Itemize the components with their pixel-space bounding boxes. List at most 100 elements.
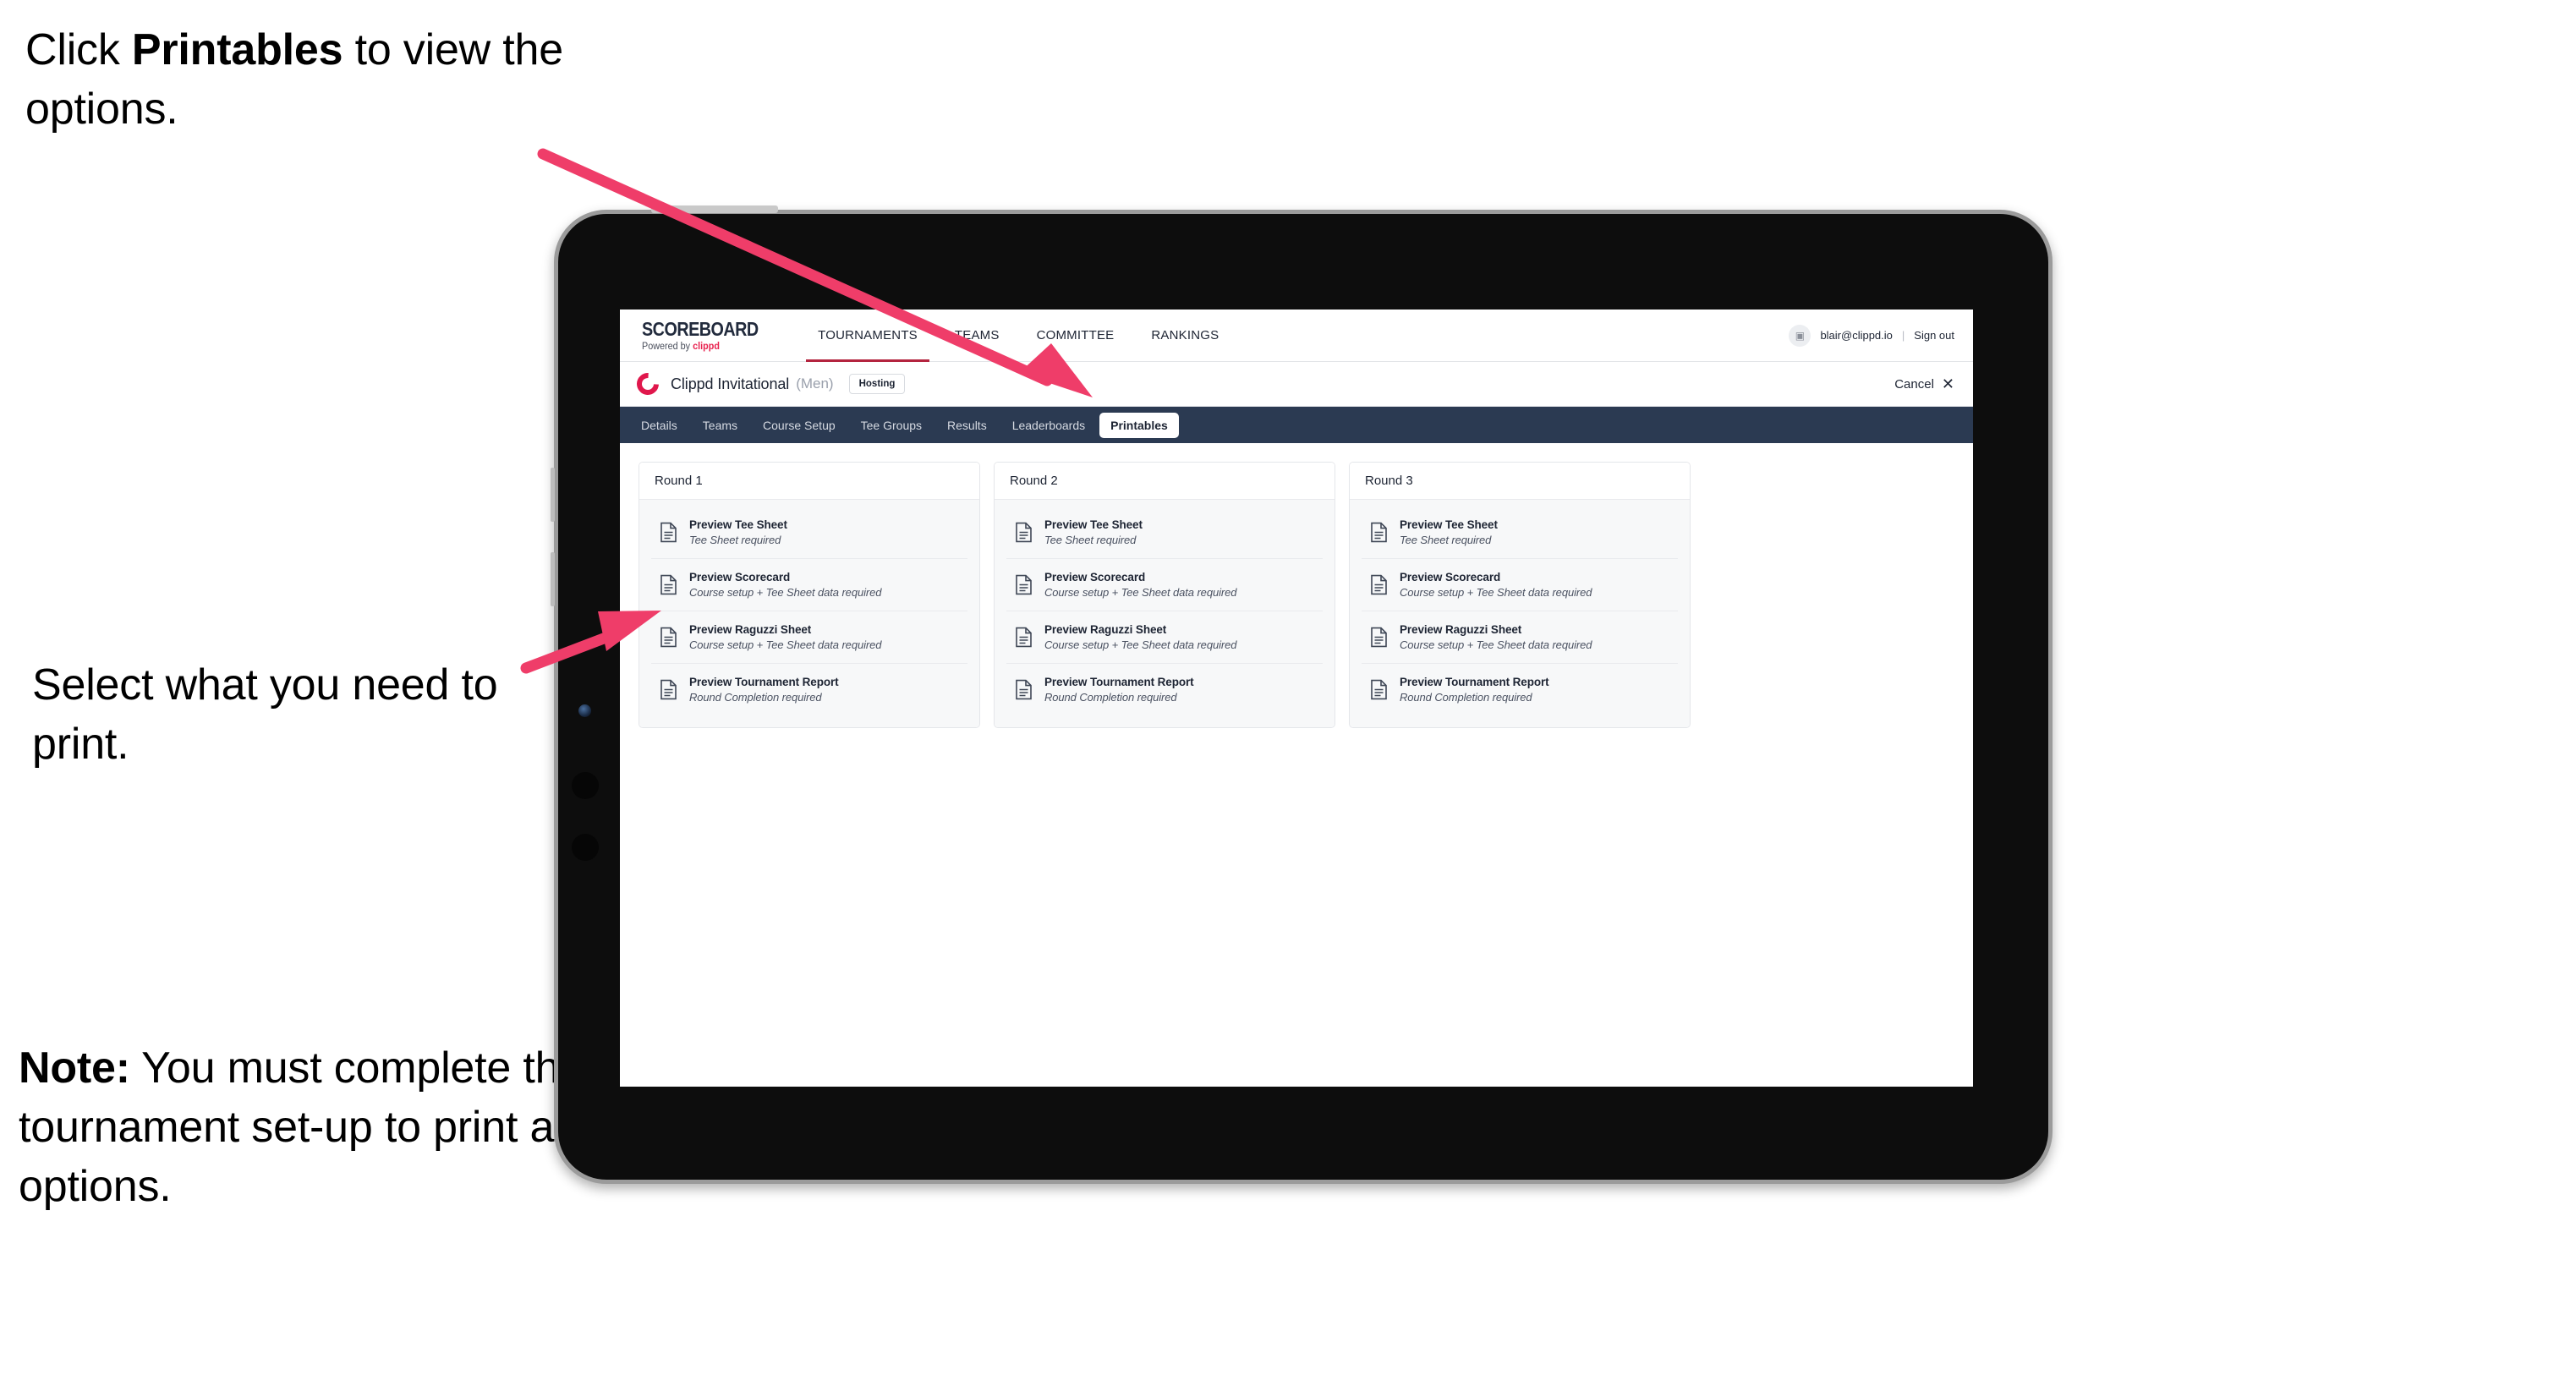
tablet-screen: SCOREBOARD Powered by clippd TOURNAMENTS… (620, 310, 1973, 1087)
round-items: Preview Tee Sheet Tee Sheet required Pre… (1350, 500, 1690, 727)
avatar[interactable]: ▣ (1789, 324, 1811, 347)
printable-requirement: Course setup + Tee Sheet data required (689, 586, 882, 599)
printable-text: Preview Scorecard Course setup + Tee She… (1044, 571, 1236, 599)
printable-title: Preview Scorecard (1400, 571, 1501, 583)
printable-item-scorecard[interactable]: Preview Scorecard Course setup + Tee She… (1362, 559, 1678, 611)
nav-item-committee[interactable]: COMMITTEE (1018, 310, 1133, 361)
printable-item-scorecard[interactable]: Preview Scorecard Course setup + Tee She… (651, 559, 967, 611)
printable-text: Preview Scorecard Course setup + Tee She… (689, 571, 881, 599)
tablet-device: SCOREBOARD Powered by clippd TOURNAMENTS… (551, 205, 2053, 1184)
printable-item-tournament-report[interactable]: Preview Tournament Report Round Completi… (1006, 664, 1323, 715)
annotation-1-bold: Printables (131, 25, 343, 74)
printable-item-tournament-report[interactable]: Preview Tournament Report Round Completi… (1362, 664, 1678, 715)
annotation-select-to-print: Select what you need to print. (32, 660, 498, 770)
printable-title: Preview Tee Sheet (1400, 518, 1498, 531)
tablet-side-button[interactable] (572, 772, 599, 799)
round-items: Preview Tee Sheet Tee Sheet required Pre… (639, 500, 979, 727)
printable-requirement: Course setup + Tee Sheet data required (1044, 586, 1237, 599)
printable-item-tee-sheet[interactable]: Preview Tee Sheet Tee Sheet required (1362, 507, 1678, 559)
account-email: blair@clippd.io (1820, 329, 1893, 342)
document-icon (660, 627, 677, 648)
round-card: Round 2 Preview Tee Sheet Tee Sheet requ… (994, 462, 1335, 728)
printable-text: Preview Raguzzi Sheet Course setup + Tee… (1044, 623, 1236, 651)
printable-item-tee-sheet[interactable]: Preview Tee Sheet Tee Sheet required (1006, 507, 1323, 559)
tablet-side-button[interactable] (572, 834, 599, 861)
printable-requirement: Tee Sheet required (1044, 534, 1137, 546)
cancel-label: Cancel (1894, 376, 1934, 392)
printable-title: Preview Tournament Report (1400, 676, 1549, 688)
printable-text: Preview Scorecard Course setup + Tee She… (1400, 571, 1592, 599)
document-icon (1371, 679, 1387, 700)
printable-text: Preview Tournament Report Round Completi… (1044, 676, 1194, 704)
round-card: Round 3 Preview Tee Sheet Tee Sheet requ… (1349, 462, 1691, 728)
printable-item-raguzzi-sheet[interactable]: Preview Raguzzi Sheet Course setup + Tee… (1362, 611, 1678, 664)
account-separator: | (1901, 329, 1905, 342)
document-icon (660, 679, 677, 700)
printable-requirement: Course setup + Tee Sheet data required (689, 638, 882, 651)
round-card: Round 1 Preview Tee Sheet Tee Sheet requ… (639, 462, 980, 728)
document-icon (1371, 627, 1387, 648)
annotation-1-prefix: Click (25, 25, 132, 74)
camera-icon (578, 704, 591, 717)
screenshot-stage: Click Printables to view the options. Se… (0, 0, 2576, 1386)
printable-title: Preview Tee Sheet (689, 518, 787, 531)
printable-text: Preview Tee Sheet Tee Sheet required (1400, 518, 1498, 546)
printable-title: Preview Tournament Report (1044, 676, 1194, 688)
tournament-header: Clippd Invitational (Men) Hosting Cancel… (620, 362, 1973, 407)
printable-requirement: Round Completion required (1400, 691, 1532, 704)
tab-results[interactable]: Results (936, 413, 998, 438)
clippd-logo-icon (632, 368, 664, 400)
printable-text: Preview Tournament Report Round Completi… (1400, 676, 1549, 704)
cancel-button[interactable]: Cancel ✕ (1894, 376, 1954, 392)
tab-teams[interactable]: Teams (692, 413, 748, 438)
tab-leaderboards[interactable]: Leaderboards (1001, 413, 1096, 438)
printable-text: Preview Raguzzi Sheet Course setup + Tee… (1400, 623, 1592, 651)
printable-title: Preview Scorecard (1044, 571, 1146, 583)
sign-out-link[interactable]: Sign out (1914, 329, 1954, 342)
printable-item-raguzzi-sheet[interactable]: Preview Raguzzi Sheet Course setup + Tee… (1006, 611, 1323, 664)
brand-subtitle: Powered by clippd (642, 342, 770, 352)
tab-printables[interactable]: Printables (1099, 412, 1179, 438)
tab-details[interactable]: Details (630, 413, 688, 438)
printable-title: Preview Tournament Report (689, 676, 839, 688)
document-icon (1016, 574, 1032, 595)
status-badge: Hosting (848, 374, 906, 394)
tablet-side-notch (551, 552, 555, 606)
nav-item-tournaments[interactable]: TOURNAMENTS (799, 310, 936, 362)
printable-title: Preview Scorecard (689, 571, 791, 583)
printable-item-tournament-report[interactable]: Preview Tournament Report Round Completi… (651, 664, 967, 715)
document-icon (1016, 679, 1032, 700)
global-nav: SCOREBOARD Powered by clippd TOURNAMENTS… (620, 310, 1973, 362)
document-icon (660, 574, 677, 595)
printable-item-tee-sheet[interactable]: Preview Tee Sheet Tee Sheet required (651, 507, 967, 559)
tab-tee-groups[interactable]: Tee Groups (850, 413, 933, 438)
close-icon: ✕ (1941, 375, 1954, 392)
global-nav-items: TOURNAMENTS TEAMS COMMITTEE RANKINGS (799, 310, 1237, 362)
printable-requirement: Tee Sheet required (689, 534, 781, 546)
printable-requirement: Round Completion required (1044, 691, 1177, 704)
rounds-grid: Round 1 Preview Tee Sheet Tee Sheet requ… (639, 462, 1954, 728)
printable-item-raguzzi-sheet[interactable]: Preview Raguzzi Sheet Course setup + Tee… (651, 611, 967, 664)
tablet-side-notch (551, 468, 555, 522)
round-title: Round 2 (995, 463, 1335, 500)
tab-course-setup[interactable]: Course Setup (752, 413, 847, 438)
annotation-3-bold: Note: (19, 1044, 130, 1093)
brand-logo[interactable]: SCOREBOARD Powered by clippd (620, 310, 799, 361)
document-icon (1371, 574, 1387, 595)
printable-item-scorecard[interactable]: Preview Scorecard Course setup + Tee She… (1006, 559, 1323, 611)
document-icon (1371, 522, 1387, 543)
tournament-tabs: Details Teams Course Setup Tee Groups Re… (620, 407, 1973, 443)
printables-content: Round 1 Preview Tee Sheet Tee Sheet requ… (620, 443, 1973, 728)
printable-requirement: Tee Sheet required (1400, 534, 1492, 546)
brand-title: SCOREBOARD (642, 317, 759, 340)
nav-item-teams[interactable]: TEAMS (936, 310, 1018, 361)
document-icon (1016, 522, 1032, 543)
nav-item-rankings[interactable]: RANKINGS (1132, 310, 1237, 361)
round-items: Preview Tee Sheet Tee Sheet required Pre… (995, 500, 1335, 727)
document-icon (1016, 627, 1032, 648)
printable-requirement: Course setup + Tee Sheet data required (1400, 586, 1592, 599)
round-title: Round 1 (639, 463, 979, 500)
printable-requirement: Round Completion required (689, 691, 822, 704)
document-icon (660, 522, 677, 543)
printable-requirement: Course setup + Tee Sheet data required (1400, 638, 1592, 651)
